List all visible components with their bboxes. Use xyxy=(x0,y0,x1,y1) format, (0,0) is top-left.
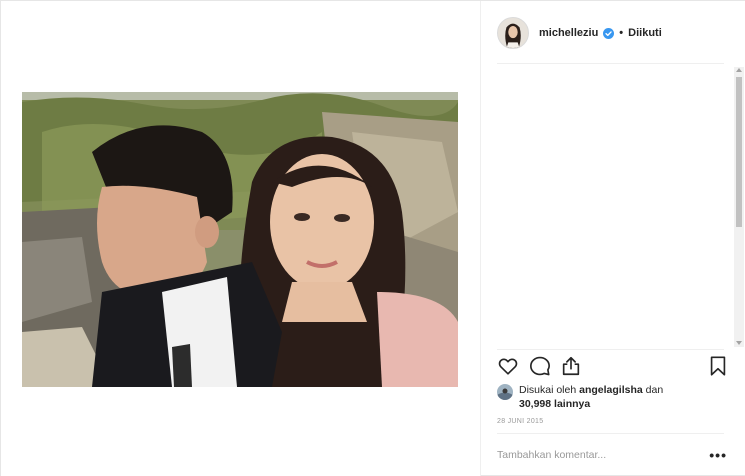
share-button[interactable] xyxy=(560,355,582,377)
bookmark-icon xyxy=(710,356,726,376)
post-sidebar: michelleziu • Diikuti Disukai oleh angel… xyxy=(480,1,745,476)
likes-text: Disukai oleh angelagilsha dan 30,998 lai… xyxy=(519,383,663,411)
actions-divider xyxy=(497,349,724,350)
scroll-down-arrow-icon[interactable] xyxy=(736,341,742,345)
save-button[interactable] xyxy=(707,355,729,377)
likes-conjunction: dan xyxy=(645,384,664,396)
likes-prefix: Disukai oleh xyxy=(519,384,577,396)
comment-button[interactable] xyxy=(529,355,551,377)
comment-input[interactable] xyxy=(497,449,687,461)
scroll-thumb[interactable] xyxy=(736,77,742,227)
author-avatar[interactable] xyxy=(497,17,529,49)
heart-icon xyxy=(498,358,518,375)
post-actions xyxy=(497,355,727,379)
comment-icon xyxy=(530,356,550,376)
comment-divider xyxy=(497,433,724,434)
liker-username[interactable]: angelagilsha xyxy=(579,384,643,396)
add-comment-row: ••• xyxy=(497,443,727,467)
likes-suffix[interactable]: lainnya xyxy=(554,398,590,410)
share-icon xyxy=(562,356,580,376)
likes-count[interactable]: 30,998 xyxy=(519,398,551,410)
comments-area xyxy=(497,64,737,346)
liker-avatar[interactable] xyxy=(497,384,513,400)
post-photo[interactable] xyxy=(22,92,458,387)
like-button[interactable] xyxy=(497,355,519,377)
comments-scrollbar[interactable] xyxy=(734,67,744,347)
verified-badge-icon xyxy=(603,27,615,39)
header-separator: • xyxy=(619,27,624,39)
follow-status-button[interactable]: Diikuti xyxy=(628,27,662,39)
author-username[interactable]: michelleziu xyxy=(539,27,598,39)
media-column xyxy=(1,1,480,476)
scroll-up-arrow-icon[interactable] xyxy=(736,68,742,72)
post-card: michelleziu • Diikuti Disukai oleh angel… xyxy=(0,0,745,476)
likes-summary: Disukai oleh angelagilsha dan 30,998 lai… xyxy=(497,383,727,415)
post-header: michelleziu • Diikuti xyxy=(497,15,737,51)
post-date[interactable]: 28 JUNI 2015 xyxy=(497,418,543,425)
more-options-icon[interactable]: ••• xyxy=(709,447,727,463)
